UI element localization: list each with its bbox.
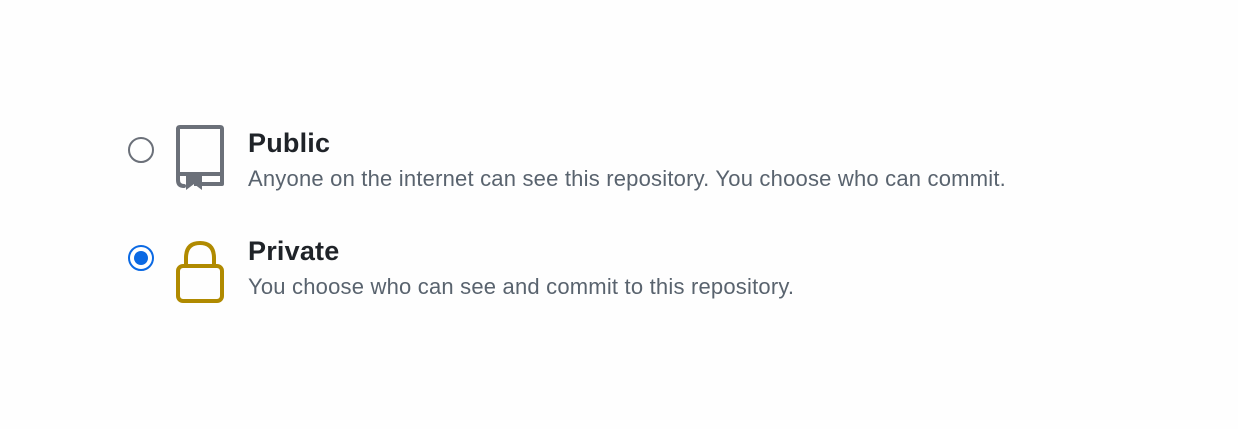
repo-book-icon xyxy=(174,124,228,196)
visibility-option-public[interactable]: Public Anyone on the internet can see th… xyxy=(128,124,1168,232)
private-description: You choose who can see and commit to thi… xyxy=(248,274,795,299)
public-radio[interactable] xyxy=(128,137,154,163)
visibility-option-private[interactable]: Private You choose who can see and commi… xyxy=(128,232,1168,340)
public-description: Anyone on the internet can see this repo… xyxy=(248,166,1006,191)
private-title: Private xyxy=(248,236,340,266)
lock-icon xyxy=(174,232,228,304)
private-radio[interactable] xyxy=(128,245,154,271)
private-option-text: Private You choose who can see and commi… xyxy=(248,234,794,301)
public-option-text: Public Anyone on the internet can see th… xyxy=(248,126,1006,193)
repository-visibility-group: Public Anyone on the internet can see th… xyxy=(128,124,1168,340)
public-title: Public xyxy=(248,128,331,158)
